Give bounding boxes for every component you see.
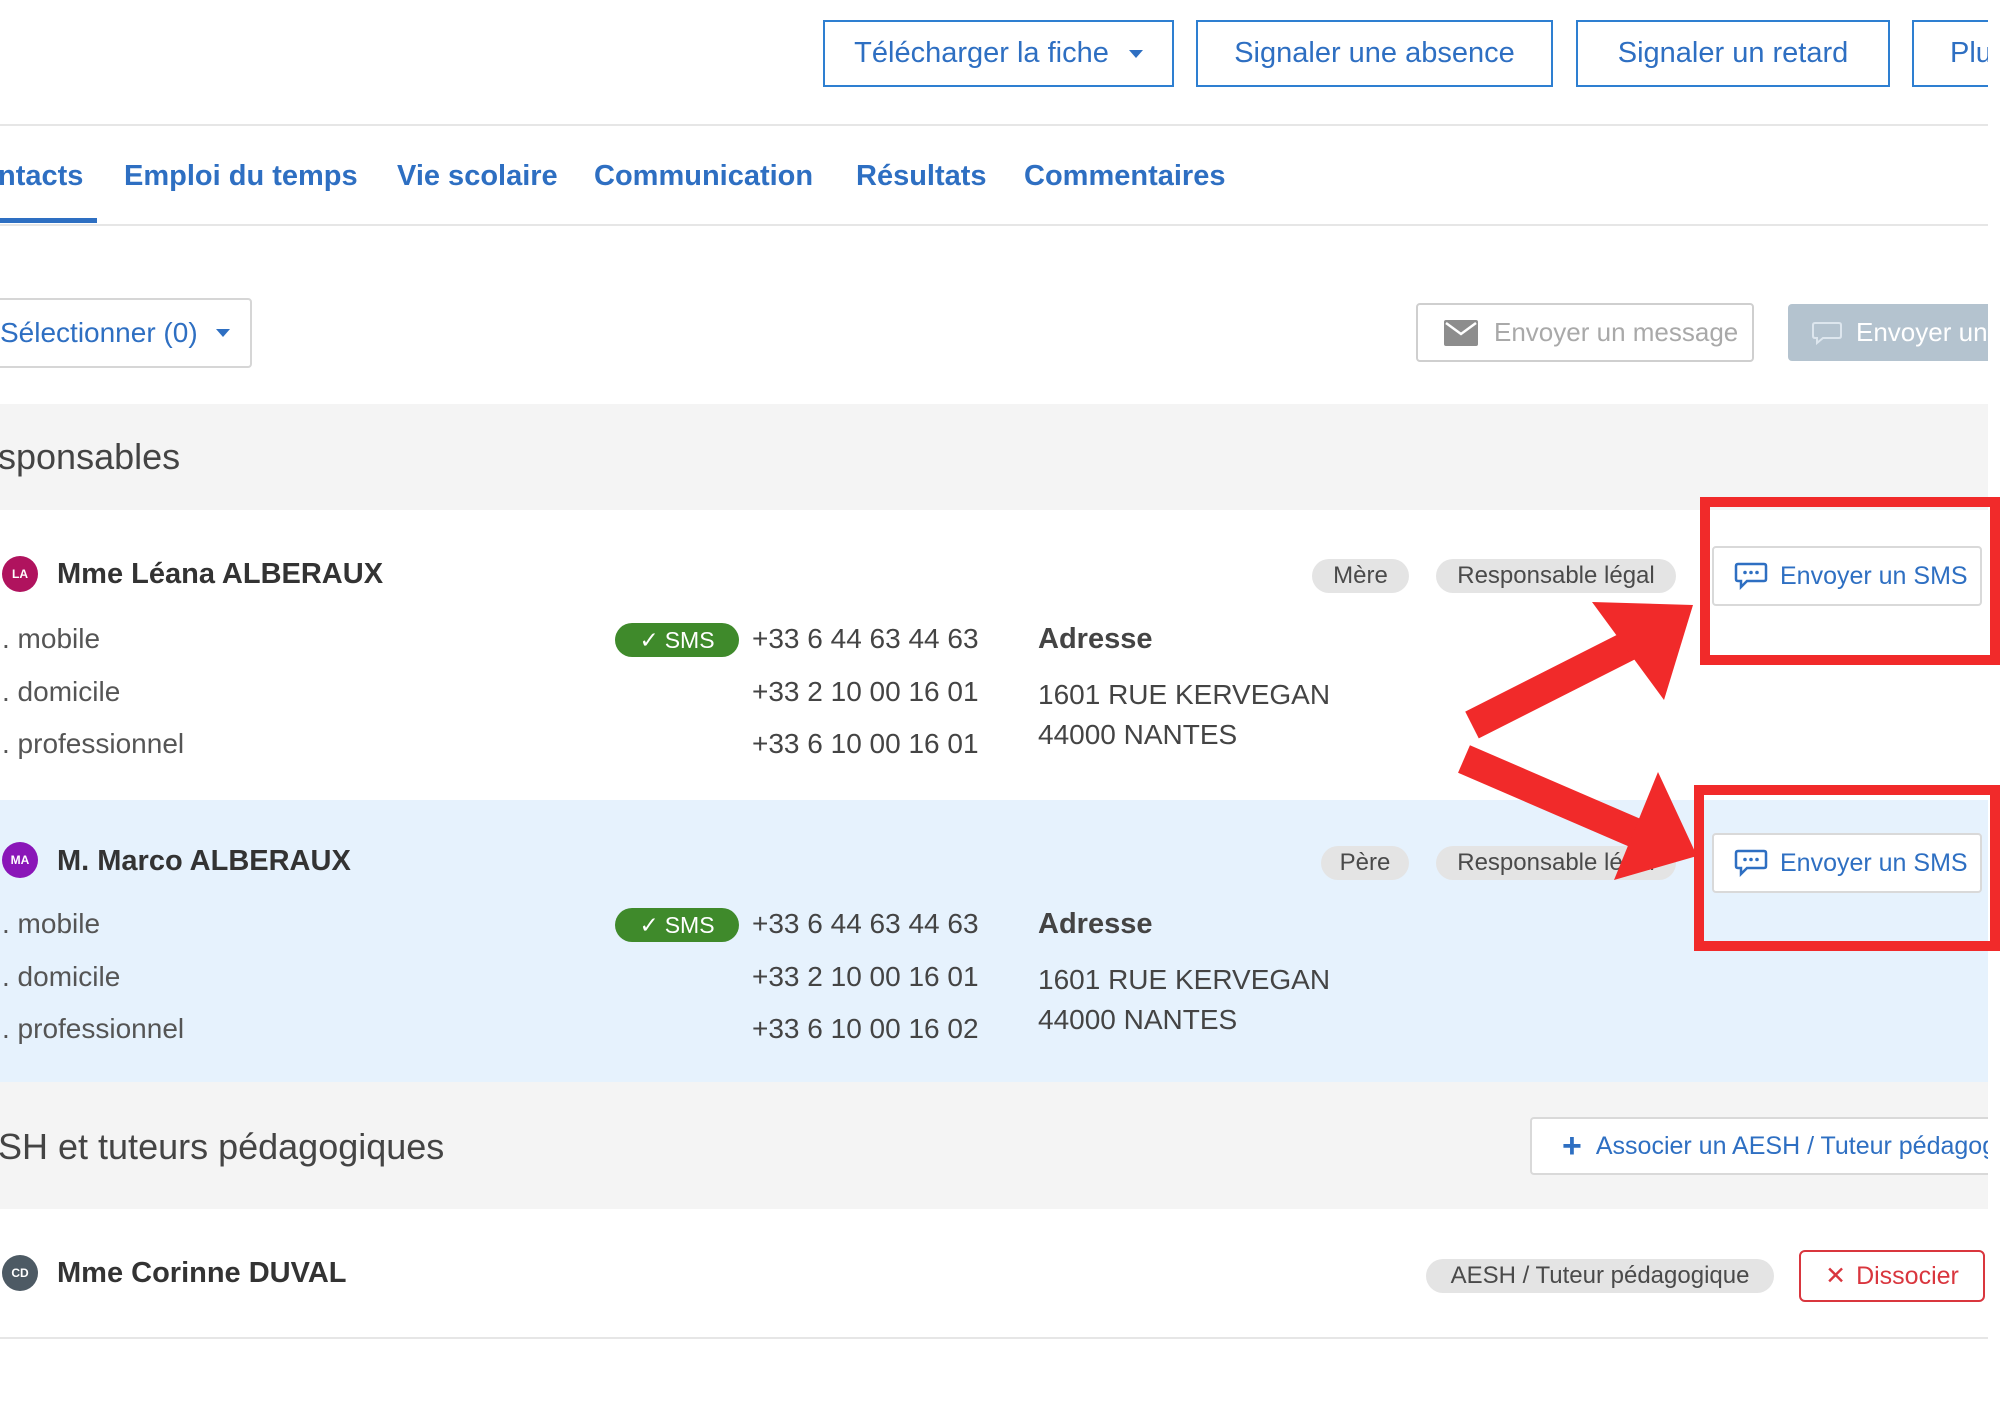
screenshot-stage: Télécharger la fiche Signaler une absenc… — [0, 0, 2000, 1414]
arrow-up-right — [1465, 602, 1693, 739]
annotation-arrows — [1458, 602, 1697, 880]
arrow-down-right — [1458, 745, 1697, 880]
